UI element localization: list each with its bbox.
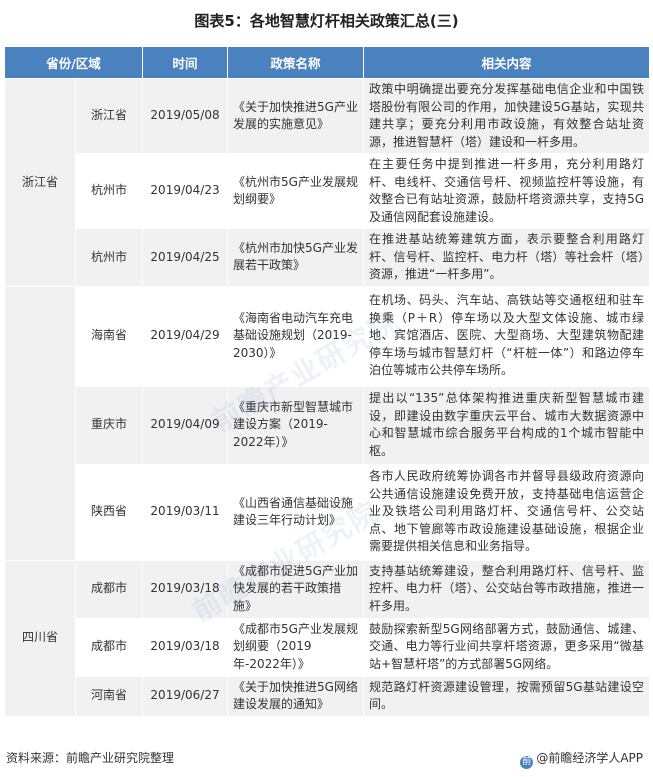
footer: 资料来源：前瞻产业研究院整理 前 @前瞻经济学人APP — [0, 746, 653, 770]
policy-name-cell: 《成都市促进5G产业加快发展的若干政策措施》 — [227, 559, 365, 619]
brand-credit: 前 @前瞻经济学人APP — [520, 749, 643, 769]
policy-name-cell: 《重庆市新型智慧城市建设方案（2019-2022年）》 — [227, 385, 365, 465]
time-cell: 2019/04/09 — [142, 385, 229, 465]
city-cell: 成都市 — [74, 559, 144, 619]
city-cell: 浙江省 — [74, 78, 144, 154]
table-row: 海南省 2019/04/29 《海南省电动汽车充电基础设施规划（2019-203… — [4, 285, 651, 561]
content-cell: 规范路灯杆资源建设管理，按需预留5G基站建设空间。 — [363, 675, 651, 717]
brand-text: @前瞻经济学人APP — [536, 751, 643, 765]
content-cell: 支持基站统筹建设，整合利用路灯杆、信号杆、监控杆、电力杆（塔）、公交站台等市政措… — [363, 559, 651, 619]
table-row: 浙江省 浙江省 2019/05/08 《关于加快推进5G产业发展的实施意见》 政… — [4, 78, 651, 287]
header-time: 时间 — [142, 46, 229, 79]
brand-logo-icon: 前 — [520, 756, 534, 769]
content-cell: 在主要任务中提到推进一杆多用，充分利用路灯杆、电线杆、交通信号杆、视频监控杆等设… — [363, 153, 651, 229]
time-cell: 2019/03/18 — [142, 559, 229, 619]
time-cell: 2019/03/11 — [142, 463, 229, 561]
header-policy-name: 政策名称 — [227, 46, 365, 79]
header-province: 省份/区域 — [3, 46, 144, 79]
header-content: 相关内容 — [363, 46, 651, 79]
table-row: 河南省 2019/06/27 《关于加快推进5G网络建设发展的通知》 规范路灯杆… — [5, 675, 651, 717]
table-row: 重庆市 2019/04/09 《重庆市新型智慧城市建设方案（2019-2022年… — [5, 385, 651, 465]
policy-name-cell: 《杭州市加快5G产业发展若干政策》 — [227, 228, 365, 287]
city-cell: 河南省 — [74, 675, 144, 717]
content-cell: 在推进基站统筹建筑方面，表示要整合利用路灯杆、信号杆、监控杆、电力杆（塔）等社会… — [363, 228, 651, 287]
city-cell: 陕西省 — [74, 463, 144, 561]
policy-name-cell: 《成都市5G产业发展规划纲要（2019年-2022年）》 — [227, 617, 365, 677]
time-cell: 2019/04/29 — [142, 285, 229, 387]
province-cell — [4, 285, 76, 561]
time-cell: 2019/04/25 — [142, 228, 229, 287]
content-cell: 鼓励探索新型5G网络部署方式，鼓励通信、城建、交通、电力等行业间共享杆塔资源，更… — [363, 617, 651, 677]
content-cell: 在机场、码头、汽车站、高铁站等交通枢纽和驻车换乘（P＋R）停车场以及大型文体设施… — [363, 285, 651, 387]
policy-name-cell: 《海南省电动汽车充电基础设施规划（2019-2030）》 — [227, 285, 365, 387]
content-cell: 政策中明确提出要充分发挥基础电信企业和中国铁塔股份有限公司的作用，加快建设5G基… — [363, 78, 651, 154]
time-cell: 2019/05/08 — [142, 78, 229, 154]
city-cell: 杭州市 — [74, 228, 144, 287]
table-row: 四川省 成都市 2019/03/18 《成都市促进5G产业加快发展的若干政策措施… — [4, 559, 651, 717]
time-cell: 2019/03/18 — [142, 617, 229, 677]
table-row: 杭州市 2019/04/25 《杭州市加快5G产业发展若干政策》 在推进基站统筹… — [5, 228, 651, 287]
table-row: 杭州市 2019/04/23 《杭州市5G产业发展规划纲要》 在主要任务中提到推… — [5, 153, 651, 229]
table-row: 陕西省 2019/03/11 《山西省通信基础设施建设三年行动计划》 各市人民政… — [5, 463, 651, 561]
chart-title: 图表5：各地智慧灯杆相关政策汇总(三) — [194, 12, 459, 30]
policy-name-cell: 《关于加快推进5G产业发展的实施意见》 — [227, 78, 365, 154]
policy-name-cell: 《杭州市5G产业发展规划纲要》 — [227, 153, 365, 229]
source-note: 资料来源：前瞻产业研究院整理 — [6, 751, 175, 765]
time-cell: 2019/06/27 — [142, 675, 229, 717]
province-cell: 四川省 — [4, 559, 76, 717]
city-cell: 重庆市 — [74, 385, 144, 465]
city-cell: 成都市 — [74, 617, 144, 677]
province-cell: 浙江省 — [4, 78, 76, 287]
time-cell: 2019/04/23 — [142, 153, 229, 229]
city-cell: 海南省 — [74, 285, 144, 387]
city-cell: 杭州市 — [74, 153, 144, 229]
policy-name-cell: 《关于加快推进5G网络建设发展的通知》 — [227, 675, 365, 717]
table-row: 成都市 2019/03/18 《成都市5G产业发展规划纲要（2019年-2022… — [5, 617, 651, 677]
content-cell: 提出以“135”总体架构推进重庆新型智慧城市建设，即建设由数字重庆云平台、城市大… — [363, 385, 651, 465]
policy-name-cell: 《山西省通信基础设施建设三年行动计划》 — [227, 463, 365, 561]
table-header-row: 省份/区域 时间 政策名称 相关内容 — [3, 46, 651, 79]
content-cell: 各市人民政府统筹协调各市并督导县级政府资源向公共通信设施建设免费开放，支持基础电… — [363, 463, 651, 561]
policy-table: 省份/区域 时间 政策名称 相关内容 浙江省 浙江省 2019/05/08 《关… — [3, 46, 651, 717]
